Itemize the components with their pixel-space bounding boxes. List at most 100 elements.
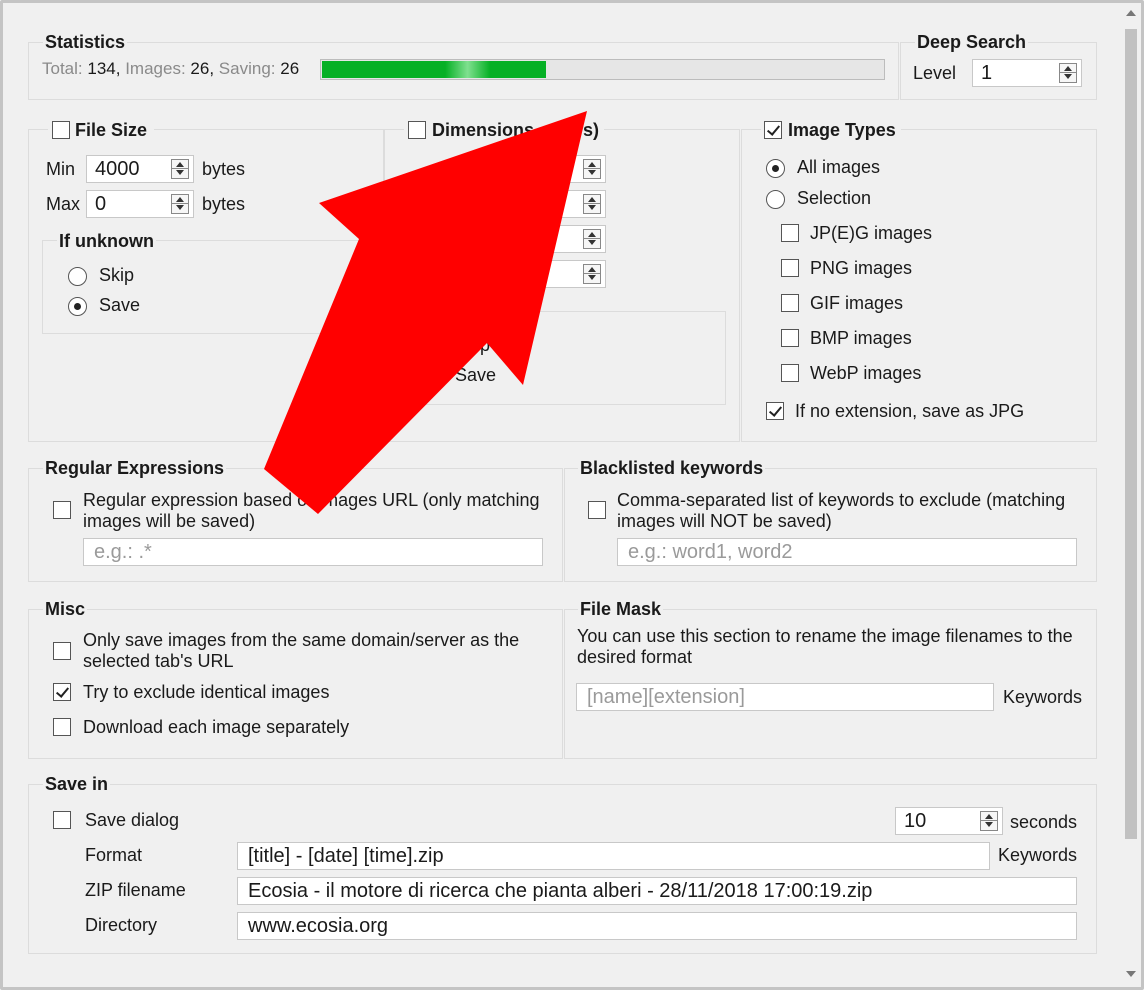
gif-label: GIF images [810, 293, 904, 313]
regex-description-line2: images will be saved) [83, 511, 256, 531]
progress-fill [322, 61, 546, 78]
statistics-title: Statistics [43, 32, 128, 53]
seconds-label: seconds [1010, 812, 1078, 832]
jpeg-checkbox[interactable] [781, 224, 799, 242]
file-mask-description-line2: desired format [577, 647, 693, 667]
image-types-checkbox[interactable] [764, 121, 782, 139]
max-height-stepper[interactable]: 0 [498, 260, 606, 288]
size-skip-radio[interactable] [68, 267, 87, 286]
format-label: Format [85, 845, 143, 865]
max-size-unit: bytes [202, 194, 246, 214]
webp-checkbox[interactable] [781, 364, 799, 382]
min-width-stepper[interactable] [498, 155, 606, 183]
regex-checkbox[interactable] [53, 501, 71, 519]
regex-title: Regular Expressions [43, 458, 227, 479]
blacklist-description-line1: Comma-separated list of keywords to excl… [617, 490, 1066, 510]
min-height-label: Min h [402, 229, 447, 249]
same-domain-line2: selected tab's URL [83, 651, 234, 671]
stepper-arrows-icon[interactable] [583, 159, 601, 179]
download-separately-label: Download each image separately [83, 717, 350, 737]
download-separately-checkbox[interactable] [53, 718, 71, 736]
stepper-arrows-icon[interactable] [171, 194, 189, 214]
deep-search-title: Deep Search [915, 32, 1029, 53]
png-label: PNG images [810, 258, 913, 278]
no-extension-jpg-checkbox[interactable] [766, 402, 784, 420]
max-width-label: Max wid [402, 194, 469, 214]
stepper-arrows-icon[interactable] [171, 159, 189, 179]
same-domain-line1: Only save images from the same domain/se… [83, 630, 520, 650]
vertical-scrollbar[interactable] [1121, 3, 1141, 984]
png-checkbox[interactable] [781, 259, 799, 277]
level-stepper[interactable]: 1 [972, 59, 1082, 87]
jpeg-label: JP(E)G images [810, 223, 933, 243]
format-input[interactable]: [title] - [date] [time].zip [237, 842, 990, 870]
size-if-unknown-title: If unknown [57, 231, 156, 252]
file-size-checkbox[interactable] [52, 121, 70, 139]
progress-bar [320, 59, 885, 80]
blacklist-description-line2: images will NOT be saved) [617, 511, 832, 531]
dim-save-radio[interactable] [424, 367, 443, 386]
min-size-unit: bytes [202, 159, 246, 179]
stepper-arrows-icon[interactable] [980, 811, 998, 831]
max-size-stepper[interactable]: 0 [86, 190, 194, 218]
regex-input[interactable]: e.g.: .* [83, 538, 543, 566]
save-dialog-label: Save dialog [85, 810, 180, 830]
max-size-label: Max [46, 194, 81, 214]
stepper-arrows-icon[interactable] [583, 229, 601, 249]
image-types-title: Image Types [788, 120, 896, 140]
statistics-summary: Total: 134, Images: 26, Saving: 26 [42, 59, 300, 78]
bmp-label: BMP images [810, 328, 912, 348]
min-size-stepper[interactable]: 4000 [86, 155, 194, 183]
format-keywords-link[interactable]: Keywords [998, 845, 1077, 866]
all-images-label: All images [797, 157, 881, 177]
misc-title: Misc [43, 599, 88, 620]
blacklist-title: Blacklisted keywords [578, 458, 766, 479]
webp-label: WebP images [810, 363, 922, 383]
no-extension-jpg-label: If no extension, save as JPG [795, 401, 1025, 421]
dim-skip-label: Skip [455, 335, 491, 355]
file-mask-input[interactable]: [name][extension] [576, 683, 994, 711]
stepper-arrows-icon[interactable] [583, 194, 601, 214]
selection-label: Selection [797, 188, 872, 208]
saving-count: 26 [280, 59, 300, 78]
file-mask-description-line1: You can use this section to rename the i… [577, 626, 1073, 646]
same-domain-checkbox[interactable] [53, 642, 71, 660]
level-label: Level [913, 63, 957, 83]
dim-if-unknown-title: nown [455, 302, 506, 323]
bmp-checkbox[interactable] [781, 329, 799, 347]
stepper-arrows-icon[interactable] [583, 264, 601, 284]
dim-save-label: Save [455, 365, 497, 385]
max-width-stepper[interactable] [498, 190, 606, 218]
stepper-arrows-icon[interactable] [1059, 63, 1077, 83]
zip-filename-input[interactable]: Ecosia - il motore di ricerca che pianta… [237, 877, 1077, 905]
dimensions-checkbox[interactable] [408, 121, 426, 139]
zip-filename-label: ZIP filename [85, 880, 186, 900]
file-mask-title: File Mask [578, 599, 664, 620]
seconds-stepper[interactable]: 10 [895, 807, 1003, 835]
images-count: 26, [190, 59, 215, 78]
dim-skip-radio[interactable] [424, 337, 443, 356]
gif-checkbox[interactable] [781, 294, 799, 312]
scroll-down-icon[interactable] [1126, 971, 1136, 977]
directory-label: Directory [85, 915, 158, 935]
size-skip-label: Skip [99, 265, 135, 285]
size-save-label: Save [99, 295, 141, 315]
save-dialog-checkbox[interactable] [53, 811, 71, 829]
regex-description-line1: Regular expression based o mages URL (onl… [83, 490, 540, 510]
image-types-group [741, 129, 1097, 442]
exclude-identical-checkbox[interactable] [53, 683, 71, 701]
total-count: 134, [87, 59, 121, 78]
min-height-stepper[interactable]: 0 [498, 225, 606, 253]
exclude-identical-label: Try to exclude identical images [83, 682, 330, 702]
blacklist-checkbox[interactable] [588, 501, 606, 519]
file-size-title: File Size [75, 120, 148, 140]
blacklist-input[interactable]: e.g.: word1, word2 [617, 538, 1077, 566]
dimensions-title: Dimensions [432, 120, 535, 140]
size-save-radio[interactable] [68, 297, 87, 316]
scroll-thumb[interactable] [1125, 29, 1137, 839]
all-images-radio[interactable] [766, 159, 785, 178]
directory-input[interactable]: www.ecosia.org [237, 912, 1077, 940]
scroll-up-icon[interactable] [1126, 10, 1136, 16]
file-mask-keywords-link[interactable]: Keywords [1003, 687, 1082, 708]
selection-radio[interactable] [766, 190, 785, 209]
